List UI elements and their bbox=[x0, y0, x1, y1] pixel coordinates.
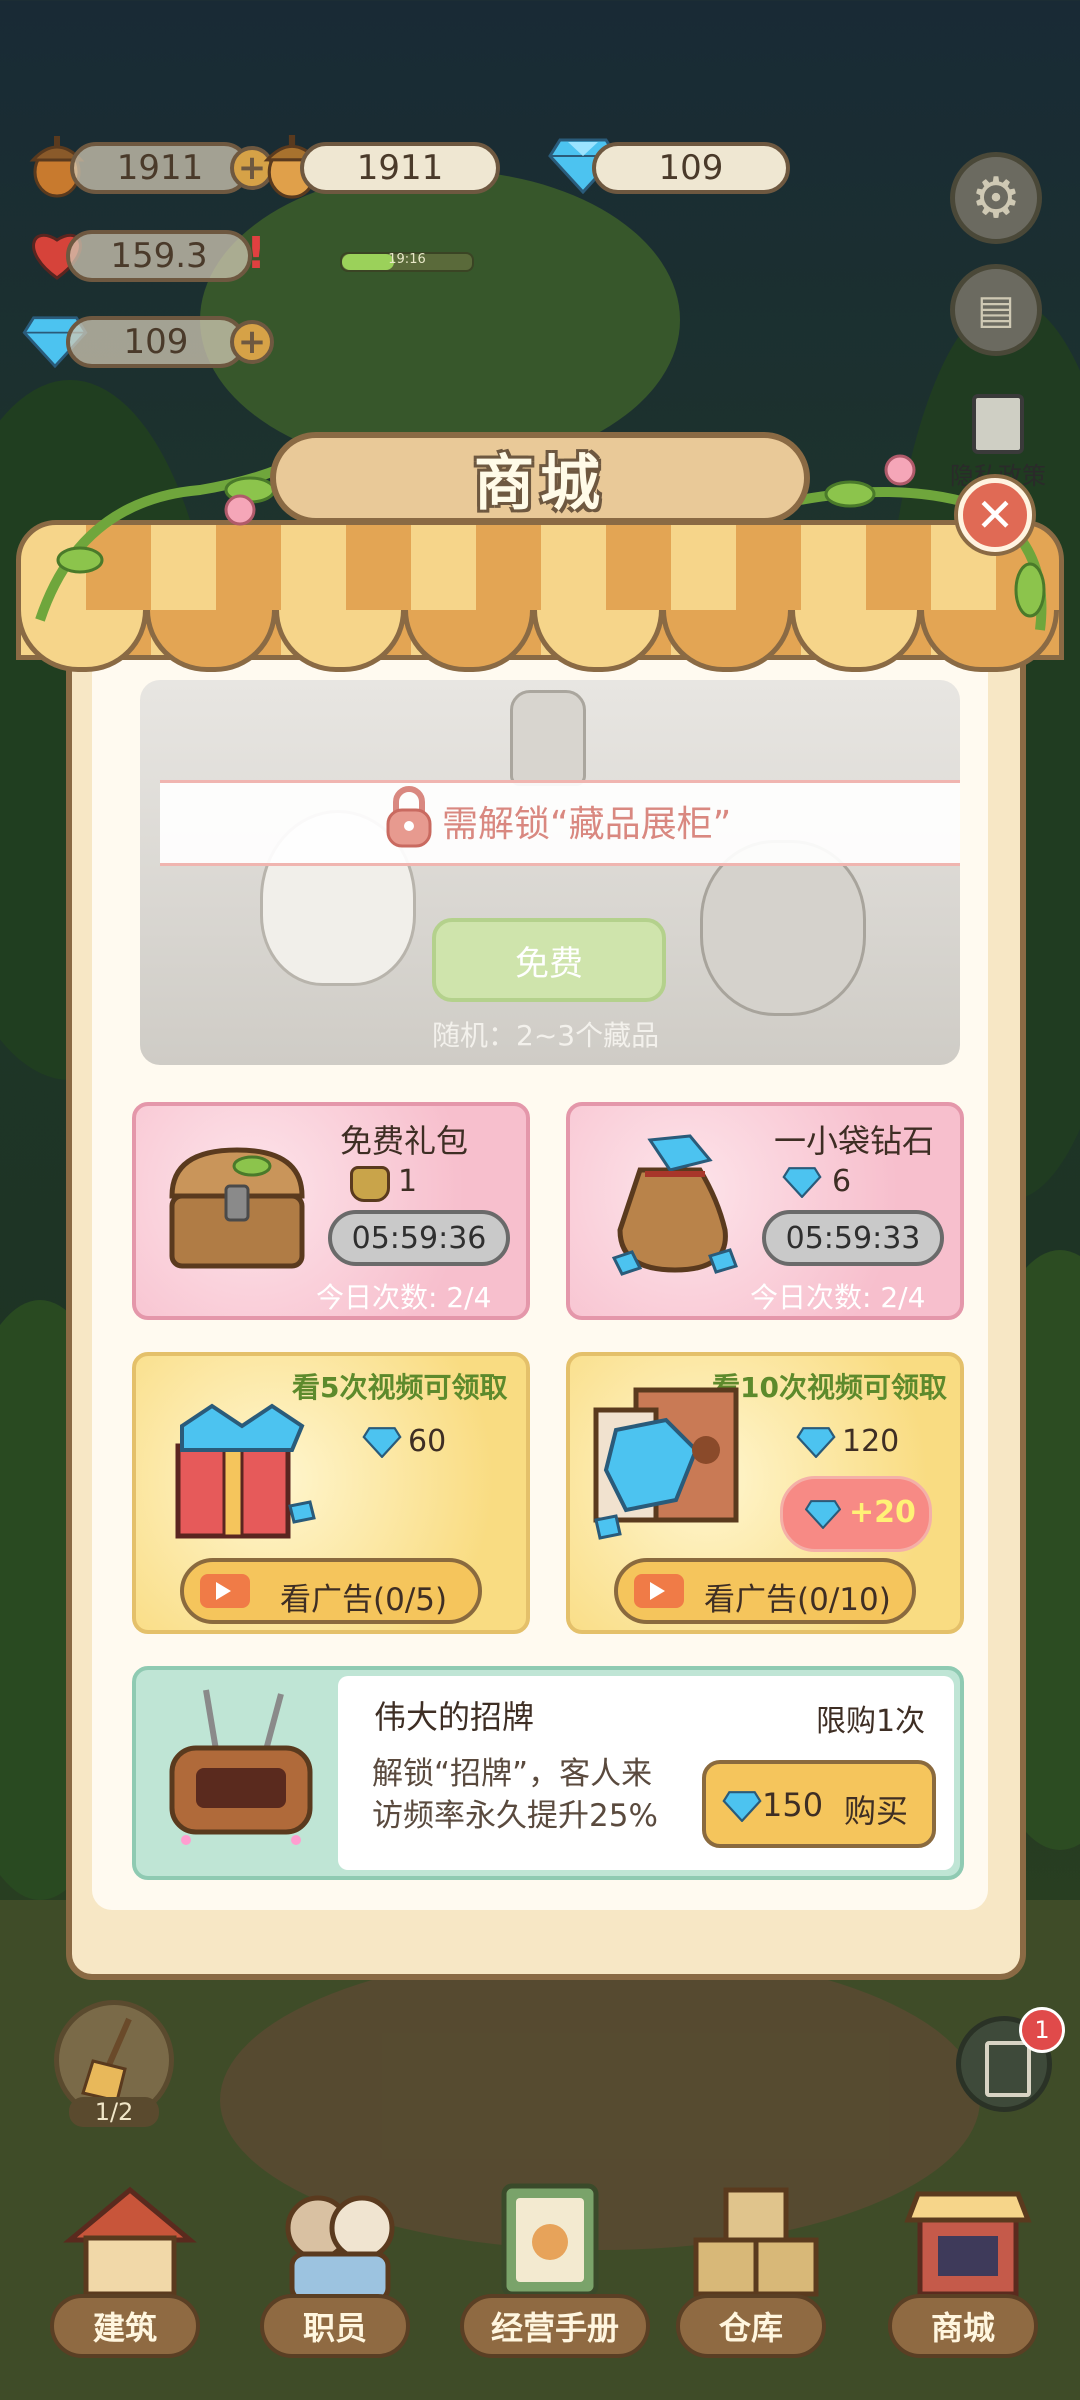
lock-icon bbox=[386, 786, 432, 848]
free-gift-timer-text: 05:59:36 bbox=[351, 1220, 487, 1256]
treasure-chest-icon bbox=[169, 1147, 305, 1269]
nav-label-staff: 职员 bbox=[260, 2294, 410, 2358]
random-collection-text: 随机：2~3个藏品 bbox=[432, 1019, 660, 1052]
nav-label-shop: 商城 bbox=[888, 2294, 1038, 2358]
signboard-desc-line2: 访频率永久提升25% bbox=[372, 1798, 658, 1834]
diamond-bag-amount: 6 bbox=[832, 1164, 852, 1199]
diamond-icon bbox=[782, 1167, 822, 1198]
lock-message: 需解锁“藏品展柜” bbox=[442, 804, 732, 845]
house-icon bbox=[63, 2186, 197, 2297]
purchase-limit: 限购1次 bbox=[816, 1704, 926, 1739]
signboard-desc-line1: 解锁“招牌”，客人来 bbox=[372, 1756, 653, 1792]
diamond-icon bbox=[796, 1427, 836, 1458]
acorn-bag-icon bbox=[350, 1166, 390, 1202]
diamond-count-left: 109 bbox=[123, 322, 189, 362]
signboard-icon bbox=[169, 1689, 313, 1845]
book-button[interactable]: ▤ bbox=[950, 264, 1042, 356]
gift-box-icon bbox=[175, 1403, 316, 1539]
nav-label-handbook: 经营手册 bbox=[460, 2294, 650, 2358]
signboard-price: 150 bbox=[762, 1786, 824, 1824]
video10-amount: 120 bbox=[842, 1424, 900, 1459]
handbook-icon bbox=[501, 2183, 599, 2297]
close-button[interactable]: ✕ bbox=[958, 478, 1032, 552]
diamond-crate-icon bbox=[593, 1387, 739, 1540]
watch-ad-5-button[interactable]: 看广告(0/5) bbox=[180, 1558, 482, 1624]
nav-label-building: 建筑 bbox=[50, 2294, 200, 2358]
bonus-badge: +20 bbox=[780, 1476, 932, 1552]
diamond-counter-top: 109 bbox=[592, 142, 790, 194]
shop-title: 商城 bbox=[270, 432, 810, 524]
watch-ad-10-label: 看广告(0/10) bbox=[704, 1582, 891, 1618]
broom-icon bbox=[81, 2017, 132, 2103]
book-icon: ▤ bbox=[977, 287, 1015, 333]
watch-ad-5-label: 看广告(0/5) bbox=[280, 1582, 448, 1618]
nav-item-building[interactable]: 建筑 bbox=[50, 2180, 220, 2380]
watch-ad-10-button[interactable]: 看广告(0/10) bbox=[614, 1558, 916, 1624]
free-collection-button[interactable]: 免费 bbox=[432, 918, 666, 1002]
document-icon bbox=[985, 2041, 1031, 2097]
add-diamond-button[interactable]: + bbox=[230, 320, 274, 364]
acorn-counter-top: 1911 bbox=[300, 142, 500, 194]
progress-bar: 19:16 bbox=[340, 252, 474, 272]
nav-item-shop[interactable]: 商城 bbox=[888, 2180, 1058, 2380]
free-gift-daily-count: 今日次数: 2/4 bbox=[316, 1281, 492, 1314]
free-gift-amount: 1 bbox=[398, 1164, 418, 1199]
settings-button[interactable]: ⚙ bbox=[950, 152, 1042, 244]
diamond-icon bbox=[362, 1427, 402, 1458]
video5-amount: 60 bbox=[408, 1424, 447, 1459]
diamond-bag-timer: 05:59:33 bbox=[762, 1210, 944, 1266]
video-camera-icon bbox=[634, 1574, 684, 1608]
notification-badge: 1 bbox=[1019, 2007, 1065, 2053]
bottle-illustration bbox=[510, 690, 586, 786]
locked-collection-banner bbox=[140, 680, 960, 1065]
diamond-bag-title: 一小袋钻石 bbox=[774, 1122, 935, 1160]
hippo-illustration bbox=[700, 840, 866, 1016]
diamond-bag-daily-count: 今日次数: 2/4 bbox=[750, 1281, 926, 1314]
heart-counter: 159.3 bbox=[66, 230, 252, 282]
signboard-title: 伟大的招牌 bbox=[374, 1698, 535, 1736]
acorn-count: 1911 bbox=[116, 148, 204, 188]
task-list-button[interactable]: 1 bbox=[956, 2007, 1065, 2112]
gear-icon: ⚙ bbox=[970, 165, 1022, 231]
boxes-icon bbox=[693, 2187, 819, 2297]
free-button-label: 免费 bbox=[515, 943, 583, 984]
diamond-icon bbox=[722, 1791, 762, 1822]
diamond-icon bbox=[805, 1500, 841, 1529]
shop-icon bbox=[904, 2191, 1032, 2297]
acorn-count-top: 1911 bbox=[356, 148, 444, 188]
diamond-counter-left: 109 bbox=[66, 316, 246, 368]
broom-count: 1/2 bbox=[69, 2097, 159, 2127]
free-gift-timer: 05:59:36 bbox=[328, 1210, 510, 1266]
nav-item-staff[interactable]: 职员 bbox=[260, 2180, 430, 2380]
staff-icon bbox=[285, 2195, 395, 2303]
heart-value: 159.3 bbox=[110, 236, 208, 276]
diamond-bag-icon bbox=[611, 1134, 738, 1276]
acorn-counter: 1911 bbox=[70, 142, 250, 194]
progress-text: 19:16 bbox=[388, 252, 426, 267]
bonus-amount: +20 bbox=[849, 1495, 916, 1530]
broom-button[interactable]: 1/2 bbox=[54, 2000, 174, 2127]
nav-item-handbook[interactable]: 经营手册 bbox=[460, 2180, 660, 2380]
diamond-bag-timer-text: 05:59:33 bbox=[785, 1220, 921, 1256]
video5-label: 看5次视频可领取 bbox=[292, 1371, 508, 1404]
buy-label: 购买 bbox=[844, 1792, 909, 1830]
nav-label-warehouse: 仓库 bbox=[676, 2294, 826, 2358]
buy-signboard-button[interactable]: 150 购买 bbox=[702, 1760, 936, 1848]
free-gift-title: 免费礼包 bbox=[340, 1122, 469, 1160]
alert-icon: ! bbox=[246, 228, 267, 279]
vine-decoration bbox=[799, 454, 1047, 631]
video-camera-icon bbox=[200, 1574, 250, 1608]
nav-item-warehouse[interactable]: 仓库 bbox=[676, 2180, 846, 2380]
close-icon: ✕ bbox=[975, 488, 1015, 542]
diamond-count-top: 109 bbox=[658, 148, 724, 188]
